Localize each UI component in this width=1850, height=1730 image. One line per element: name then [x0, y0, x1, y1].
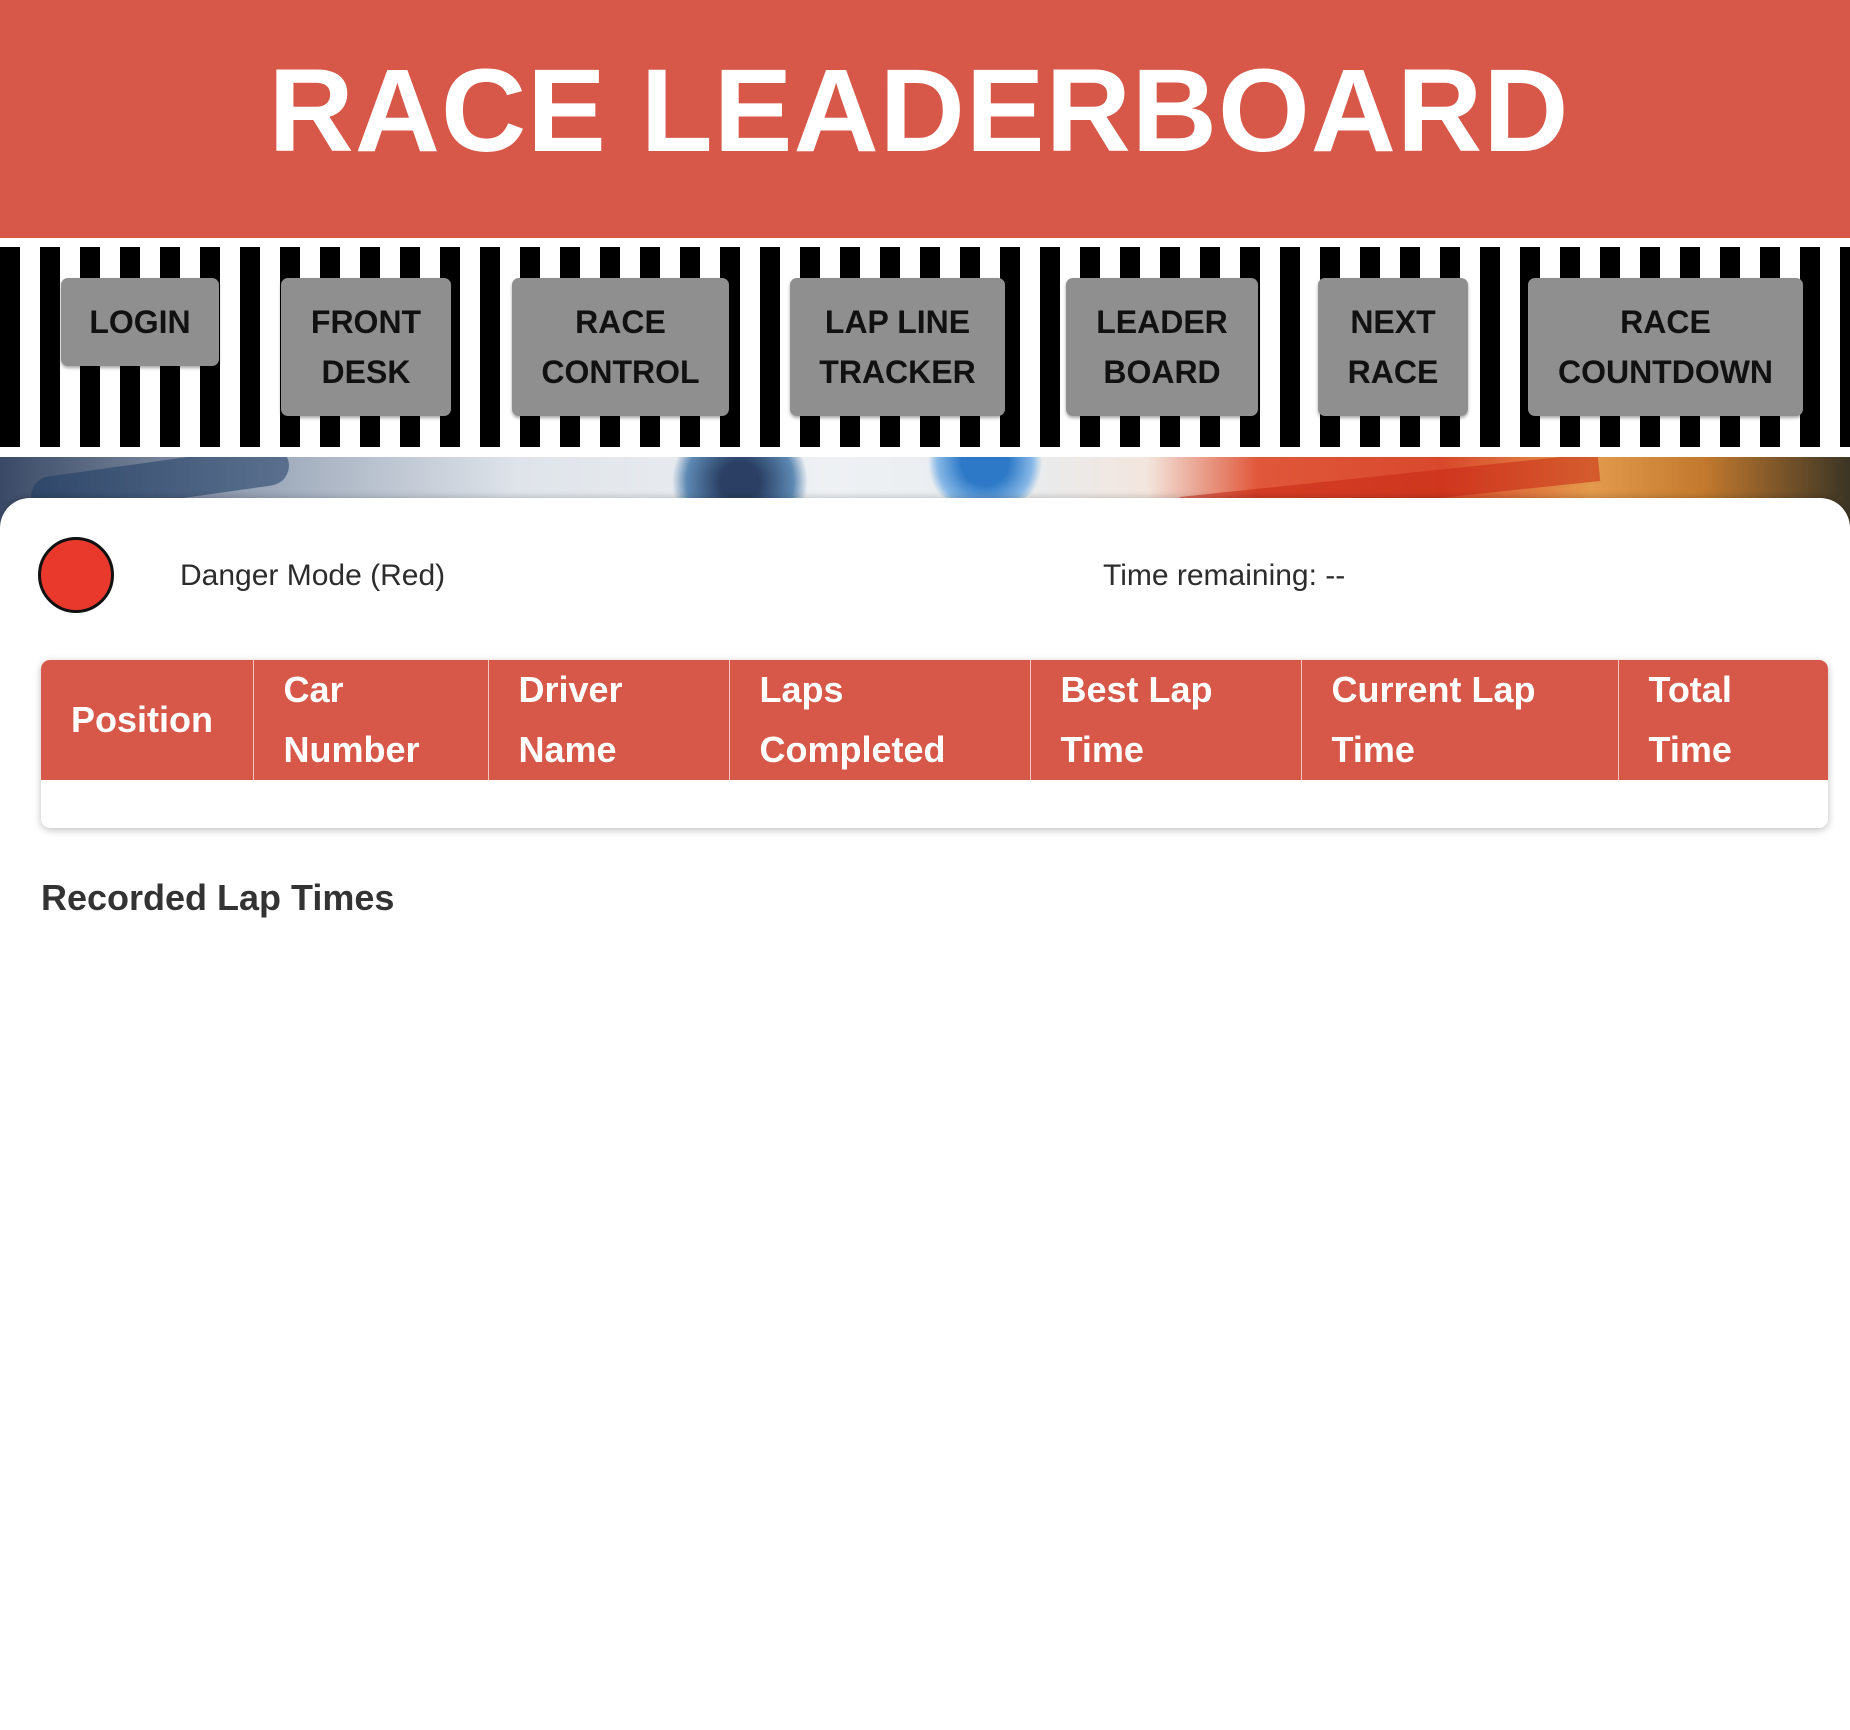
time-remaining-label: Time remaining: -- — [1103, 559, 1346, 592]
column-header-position: Position — [41, 660, 253, 780]
leaderboard-body — [41, 780, 1828, 828]
nav-next-race-button[interactable]: NEXT RACE — [1318, 278, 1468, 416]
nav-front-desk-button[interactable]: FRONT DESK — [281, 278, 451, 416]
nav-race-control-button[interactable]: RACE CONTROL — [512, 278, 729, 416]
column-header-best-lap-time: Best Lap Time — [1029, 660, 1301, 780]
leaderboard-table: Position Car Number Driver Name Laps Com… — [41, 660, 1828, 828]
nav-race-countdown-button[interactable]: RACE COUNTDOWN — [1528, 278, 1803, 416]
race-mode-label: Danger Mode (Red) — [180, 559, 446, 592]
nav-login-button[interactable]: LOGIN — [61, 278, 219, 366]
column-header-driver-name: Driver Name — [487, 660, 729, 780]
nav-leader-board-button[interactable]: LEADER BOARD — [1066, 278, 1258, 416]
column-header-current-lap-time: Current Lap Time — [1300, 660, 1618, 780]
recorded-lap-times-heading: Recorded Lap Times — [41, 877, 395, 918]
leaderboard-header-row: Position Car Number Driver Name Laps Com… — [41, 660, 1828, 780]
page-title: RACE LEADERBOARD — [268, 45, 1570, 177]
column-header-total-time: Total Time — [1617, 660, 1828, 780]
column-header-laps-completed: Laps Completed — [728, 660, 1030, 780]
page-header: RACE LEADERBOARD — [0, 0, 1850, 238]
nav-lap-line-tracker-button[interactable]: LAP LINE TRACKER — [790, 278, 1005, 416]
column-header-car-number: Car Number — [252, 660, 488, 780]
race-mode-indicator — [38, 537, 114, 613]
